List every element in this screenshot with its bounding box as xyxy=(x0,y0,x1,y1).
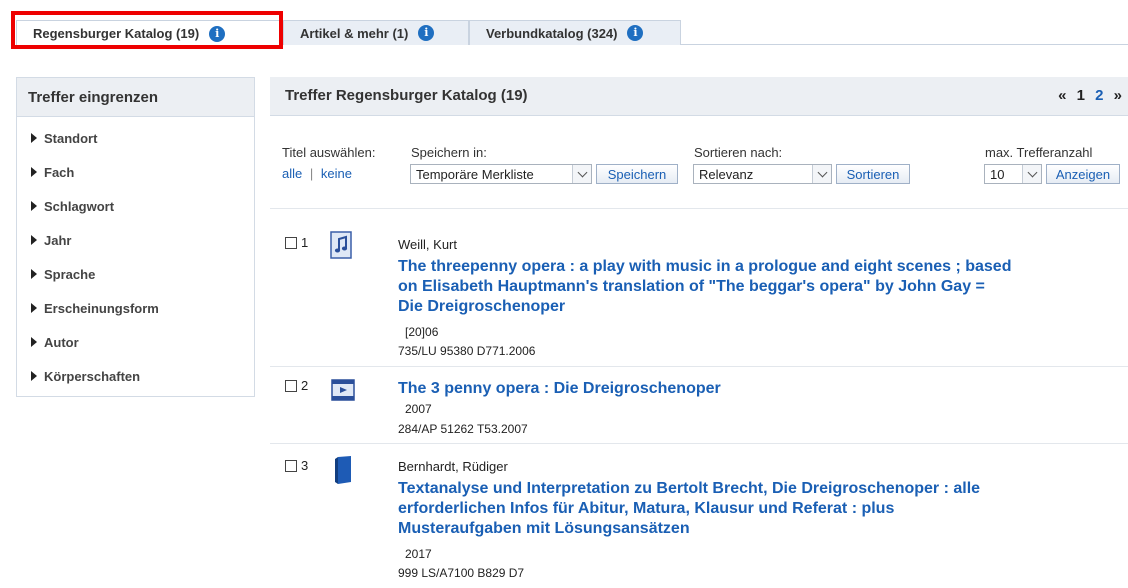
result-title-link[interactable]: Textanalyse und Interpretation zu Bertol… xyxy=(398,479,980,539)
tab-label: Verbundkatalog (324) xyxy=(486,25,618,41)
expand-triangle-icon xyxy=(31,303,37,313)
result-year: [20]06 xyxy=(405,325,439,339)
divider xyxy=(270,443,1128,444)
title-line: on Elisabeth Hauptmann's translation of … xyxy=(398,278,985,295)
catalog-tabbar: Regensburger Katalog (19) i Artikel & me… xyxy=(0,0,1128,49)
result-signature: 735/LU 95380 D771.2006 xyxy=(398,344,536,358)
title-line: Die Dreigroschenoper xyxy=(398,298,566,315)
result-title-link[interactable]: The 3 penny opera : Die Dreigroschenoper xyxy=(398,379,721,399)
expand-triangle-icon xyxy=(31,337,37,347)
title-line: Textanalyse und Interpretation zu Bertol… xyxy=(398,480,981,497)
sort-button[interactable]: Sortieren xyxy=(836,164,910,184)
results-header: Treffer Regensburger Katalog (19) « 1 2 … xyxy=(270,77,1128,116)
pager-next[interactable]: » xyxy=(1114,87,1122,104)
result-author: Weill, Kurt xyxy=(398,237,457,252)
chevron-down-icon xyxy=(812,165,831,183)
facet-label: Körperschaften xyxy=(44,368,141,384)
facet-list: Standort Fach Schlagwort Jahr Sprache Er… xyxy=(17,117,254,393)
expand-triangle-icon xyxy=(31,235,37,245)
facet-erscheinungsform[interactable]: Erscheinungsform xyxy=(17,291,254,325)
sort-label: Sortieren nach: xyxy=(694,145,783,160)
expand-triangle-icon xyxy=(31,269,37,279)
facet-label: Fach xyxy=(44,164,75,180)
tab-verbundkatalog[interactable]: Verbundkatalog (324) i xyxy=(469,20,681,45)
tab-regensburger-katalog[interactable]: Regensburger Katalog (19) i xyxy=(16,20,283,46)
max-results-label: max. Trefferanzahl xyxy=(985,145,1093,160)
results-title: Treffer Regensburger Katalog (19) xyxy=(285,87,528,104)
select-divider: | xyxy=(309,166,314,181)
facet-label: Sprache xyxy=(44,266,96,282)
facet-sidebar: Treffer eingrenzen Standort Fach Schlagw… xyxy=(16,77,255,397)
tab-label: Regensburger Katalog (19) xyxy=(33,26,200,41)
result-number: 1 xyxy=(301,235,309,250)
facet-fach[interactable]: Fach xyxy=(17,155,254,189)
book-icon xyxy=(335,456,351,484)
sort-value: Relevanz xyxy=(699,166,754,182)
select-none-link[interactable]: keine xyxy=(321,166,352,181)
music-score-icon xyxy=(330,231,352,259)
sidebar-title: Treffer eingrenzen xyxy=(17,78,254,117)
facet-label: Standort xyxy=(44,130,98,146)
pager-current: 1 xyxy=(1076,87,1085,104)
info-icon[interactable]: i xyxy=(627,25,644,41)
select-links: alle | keine xyxy=(282,166,352,181)
show-button[interactable]: Anzeigen xyxy=(1046,164,1120,184)
select-titles-label: Titel auswählen: xyxy=(282,145,376,160)
select-all-link[interactable]: alle xyxy=(282,166,302,181)
info-icon[interactable]: i xyxy=(209,25,226,42)
result-number: 3 xyxy=(301,458,309,473)
pager-page-2[interactable]: 2 xyxy=(1095,87,1103,104)
save-in-label: Speichern in: xyxy=(411,145,487,160)
result-author: Bernhardt, Rüdiger xyxy=(398,459,508,474)
result-title-link[interactable]: The threepenny opera : a play with music… xyxy=(398,257,1011,317)
max-results-value: 10 xyxy=(990,166,1005,182)
chevron-down-icon xyxy=(572,165,591,183)
facet-label: Autor xyxy=(44,334,79,350)
facet-standort[interactable]: Standort xyxy=(17,121,254,155)
save-button[interactable]: Speichern xyxy=(596,164,678,184)
result-checkbox[interactable] xyxy=(285,237,297,249)
pager-prev[interactable]: « xyxy=(1058,87,1066,104)
facet-koerperschaften[interactable]: Körperschaften xyxy=(17,359,254,393)
save-target-select[interactable]: Temporäre Merkliste xyxy=(410,164,592,184)
expand-triangle-icon xyxy=(31,371,37,381)
result-year: 2017 xyxy=(405,547,432,561)
result-signature: 999 LS/A7100 B829 D7 xyxy=(398,566,525,580)
facet-label: Jahr xyxy=(44,232,72,248)
facet-schlagwort[interactable]: Schlagwort xyxy=(17,189,254,223)
facet-label: Erscheinungsform xyxy=(44,300,159,316)
result-checkbox[interactable] xyxy=(285,460,297,472)
tab-label: Artikel & mehr (1) xyxy=(300,25,409,41)
facet-label: Schlagwort xyxy=(44,198,115,214)
video-icon xyxy=(331,379,355,401)
title-line: The 3 penny opera : Die Dreigroschenoper xyxy=(398,380,721,397)
divider xyxy=(270,208,1128,209)
expand-triangle-icon xyxy=(31,167,37,177)
expand-triangle-icon xyxy=(31,201,37,211)
expand-triangle-icon xyxy=(31,133,37,143)
result-number: 2 xyxy=(301,378,309,393)
divider xyxy=(270,366,1128,367)
tab-artikel-mehr[interactable]: Artikel & mehr (1) i xyxy=(283,20,469,45)
info-icon[interactable]: i xyxy=(418,25,435,41)
title-line: erforderlichen Infos für Abitur, Matura,… xyxy=(398,500,895,517)
pagination: « 1 2 » xyxy=(1052,87,1122,104)
title-line: Musteraufgaben mit Lösungsansätzen xyxy=(398,520,690,537)
result-checkbox[interactable] xyxy=(285,380,297,392)
facet-jahr[interactable]: Jahr xyxy=(17,223,254,257)
chevron-down-icon xyxy=(1022,165,1041,183)
title-line: The threepenny opera : a play with music… xyxy=(398,258,1012,275)
sort-select[interactable]: Relevanz xyxy=(693,164,832,184)
save-target-value: Temporäre Merkliste xyxy=(416,166,534,182)
facet-autor[interactable]: Autor xyxy=(17,325,254,359)
facet-sprache[interactable]: Sprache xyxy=(17,257,254,291)
result-signature: 284/AP 51262 T53.2007 xyxy=(398,422,528,436)
max-results-select[interactable]: 10 xyxy=(984,164,1042,184)
result-year: 2007 xyxy=(405,402,432,416)
